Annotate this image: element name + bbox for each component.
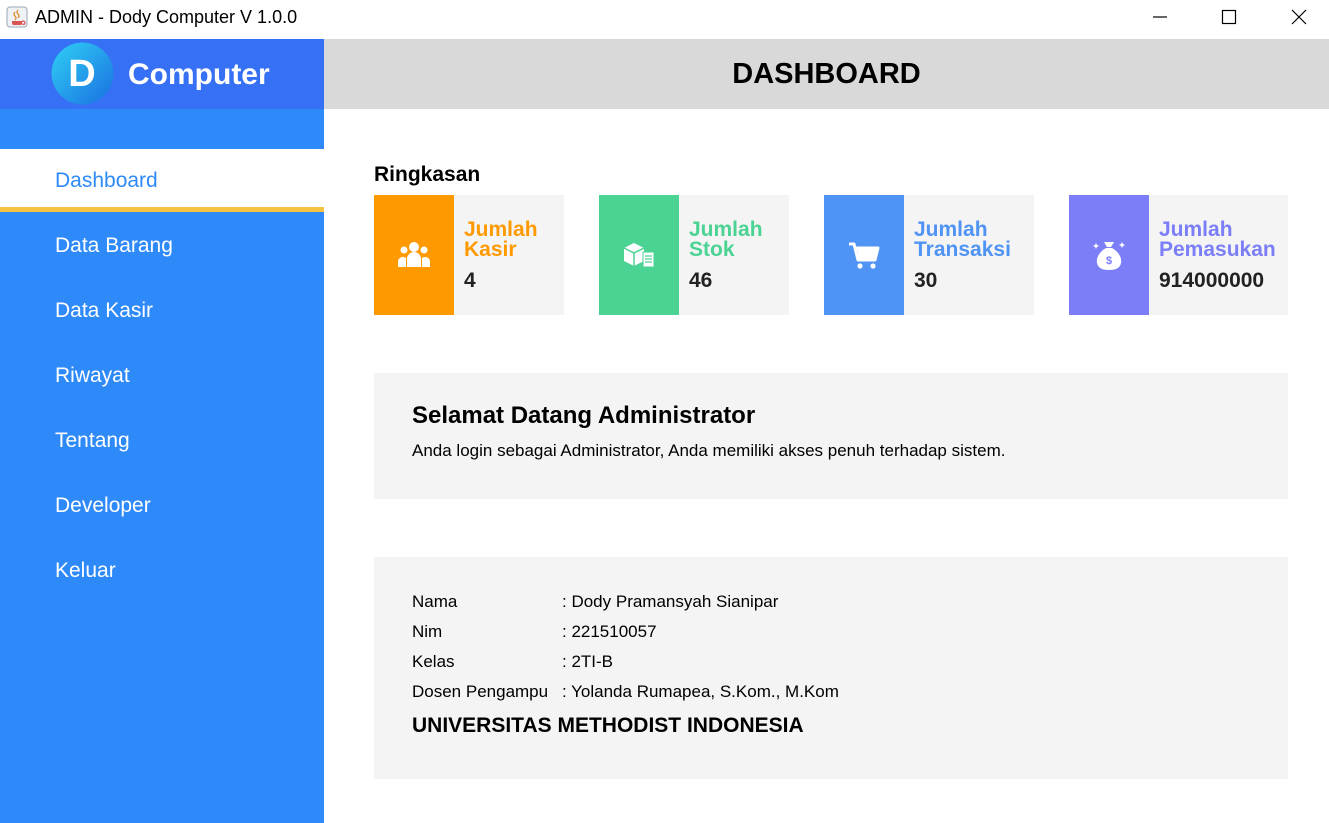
card-title: Jumlah Transaksi: [914, 218, 1011, 261]
sidebar-item-data-kasir[interactable]: Data Kasir: [0, 279, 324, 342]
info-value: : 221510057: [562, 622, 657, 641]
welcome-panel: Selamat Datang Administrator Anda login …: [374, 373, 1288, 499]
card-icon-box: [824, 195, 904, 315]
card-title-line1: Jumlah: [689, 218, 763, 241]
summary-card-transaksi: Jumlah Transaksi 30: [824, 195, 1034, 315]
info-row-nama: Nama : Dody Pramansyah Sianipar: [412, 592, 778, 612]
sidebar-item-riwayat[interactable]: Riwayat: [0, 344, 324, 407]
info-value: : 2TI-B: [562, 652, 614, 671]
users-icon: [398, 242, 430, 267]
sidebar-item-label: Riwayat: [55, 364, 130, 387]
brand-logo-icon: D: [51, 42, 114, 105]
sidebar-item-dashboard[interactable]: Dashboard: [0, 149, 324, 212]
window-titlebar: ADMIN - Dody Computer V 1.0.0: [0, 0, 1329, 39]
welcome-text: Anda login sebagai Administrator, Anda m…: [412, 441, 1006, 460]
page-header: DASHBOARD: [324, 39, 1329, 109]
info-row-dosen: Dosen Pengampu : Yolanda Rumapea, S.Kom.,…: [412, 682, 839, 702]
minimize-button[interactable]: [1125, 0, 1195, 34]
money-bag-icon: $: [1093, 242, 1125, 270]
card-title-line1: Jumlah: [464, 218, 538, 241]
card-title-line2: Transaksi: [914, 238, 1011, 261]
minimize-icon: [1153, 16, 1167, 18]
brand-name: Computer: [128, 58, 270, 91]
brand-logo-letter: D: [68, 53, 95, 95]
sidebar-item-label: Data Kasir: [55, 299, 154, 322]
info-key: Nama: [412, 592, 458, 611]
sidebar-item-developer[interactable]: Developer: [0, 474, 324, 537]
window-title: ADMIN - Dody Computer V 1.0.0: [35, 7, 298, 27]
card-value: 30: [914, 269, 938, 292]
java-app-icon: [6, 6, 28, 28]
close-icon: [1291, 9, 1307, 25]
card-value: 914000000: [1159, 269, 1265, 292]
summary-card-pemasukan: $ Jumlah Pemasukan 914000000: [1069, 195, 1288, 315]
info-value: : Dody Pramansyah Sianipar: [562, 592, 779, 611]
welcome-title: Selamat Datang Administrator: [412, 402, 756, 429]
card-value: 46: [689, 269, 713, 292]
svg-text:$: $: [1106, 255, 1112, 267]
info-key: Dosen Pengampu: [412, 682, 549, 701]
sidebar: D Computer Dashboard Data Barang Data Ka…: [0, 39, 324, 823]
sidebar-item-data-barang[interactable]: Data Barang: [0, 214, 324, 277]
card-title-line2: Stok: [689, 238, 735, 261]
sidebar-item-keluar[interactable]: Keluar: [0, 539, 324, 602]
sidebar-item-tentang[interactable]: Tentang: [0, 409, 324, 472]
info-row-nim: Nim : 221510057: [412, 622, 657, 642]
university-name: UNIVERSITAS METHODIST INDONESIA: [412, 714, 804, 737]
card-title-line1: Jumlah: [1159, 218, 1233, 241]
developer-info-panel: Nama : Dody Pramansyah Sianipar Nim : 2215…: [374, 557, 1288, 779]
page-title: DASHBOARD: [732, 58, 921, 90]
summary-heading: Ringkasan: [374, 163, 481, 186]
sidebar-item-label: Data Barang: [55, 234, 173, 257]
card-value: 4: [464, 269, 476, 292]
cart-icon: [849, 242, 880, 269]
card-icon-box: [599, 195, 679, 315]
maximize-button[interactable]: [1194, 0, 1264, 34]
info-value: : Yolanda Rumapea, S.Kom., M.Kom: [562, 682, 839, 701]
card-icon-box: $: [1069, 195, 1149, 315]
summary-card-kasir: Jumlah Kasir 4: [374, 195, 564, 315]
brand-header: D Computer: [0, 39, 324, 109]
sidebar-item-label: Keluar: [55, 559, 116, 582]
summary-card-stok: Jumlah Stok 46: [599, 195, 789, 315]
card-icon-box: [374, 195, 454, 315]
card-title-line1: Jumlah: [914, 218, 988, 241]
sidebar-item-label: Dashboard: [55, 169, 158, 192]
boxes-icon: [623, 243, 655, 268]
info-key: Nim: [412, 622, 443, 641]
info-row-kelas: Kelas : 2TI-B: [412, 652, 613, 672]
info-key: Kelas: [412, 652, 455, 671]
sidebar-item-label: Tentang: [55, 429, 130, 452]
maximize-icon: [1221, 9, 1237, 25]
card-title: Jumlah Kasir: [464, 218, 538, 261]
card-title-line2: Pemasukan: [1159, 238, 1276, 261]
card-title: Jumlah Stok: [689, 218, 763, 261]
close-button[interactable]: [1264, 0, 1329, 34]
sidebar-item-label: Developer: [55, 494, 151, 517]
card-title: Jumlah Pemasukan: [1159, 218, 1276, 261]
card-title-line2: Kasir: [464, 238, 517, 261]
